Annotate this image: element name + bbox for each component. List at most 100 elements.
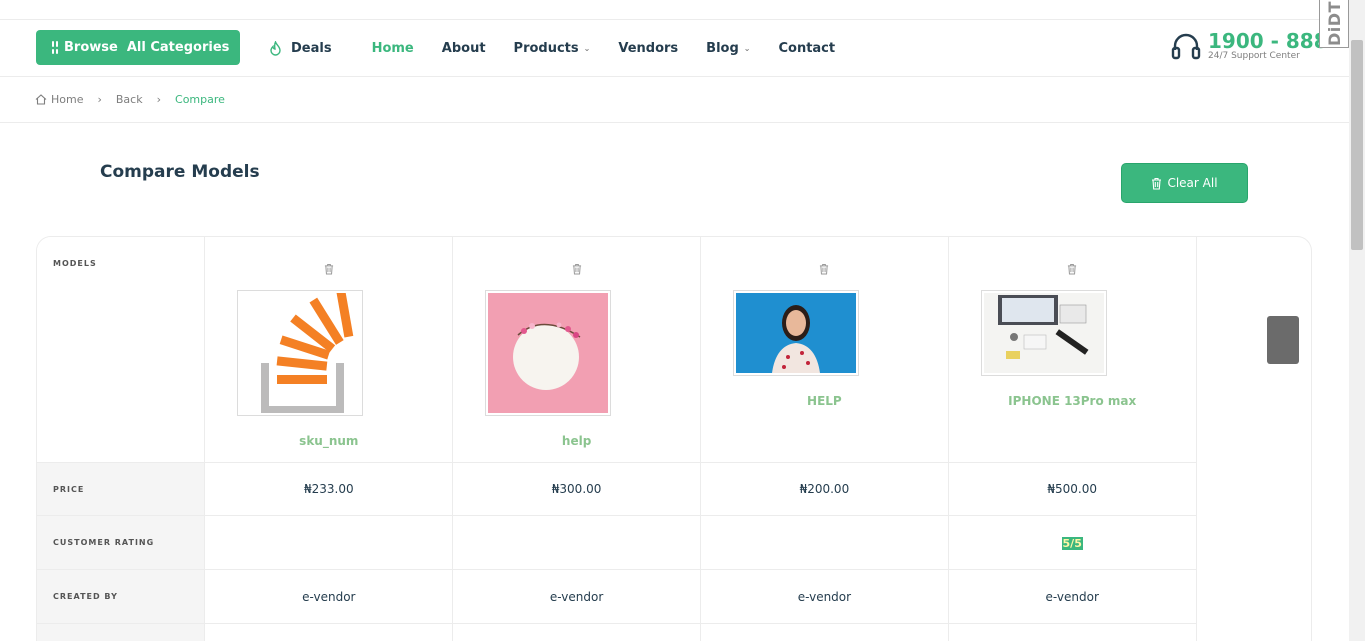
chevron-down-icon: ⌄: [239, 42, 248, 53]
nav-about[interactable]: About: [442, 41, 486, 56]
remove-product-button[interactable]: [205, 263, 452, 278]
rating-row: CUSTOMER RATING 5/5: [37, 515, 1311, 570]
created-by-row: CREATED BY e-vendor e-vendor e-vendor e-…: [37, 569, 1311, 624]
row-label-price: PRICE: [37, 462, 206, 516]
price-value: ₦500.00: [948, 462, 1197, 516]
nav-blog-label: Blog: [706, 41, 739, 56]
breadcrumb-home-label: Home: [51, 93, 84, 106]
rating-value: [452, 515, 701, 570]
remove-product-button[interactable]: [949, 263, 1196, 278]
flame-icon: [270, 40, 281, 56]
rating-badge: 5/5: [1061, 536, 1083, 550]
desk-workspace-icon: [983, 293, 1104, 373]
table-filler: [1196, 463, 1311, 516]
woman-photo-icon: [736, 293, 856, 373]
support-number[interactable]: 1900 - 888: [1208, 31, 1328, 51]
empty-cell: [204, 623, 454, 641]
side-logo[interactable]: DiDT: [1319, 0, 1349, 48]
breadcrumb-home[interactable]: Home: [35, 93, 83, 106]
row-label-created-by: CREATED BY: [37, 569, 206, 624]
trash-icon: [1152, 177, 1162, 190]
breadcrumb-separator: ›: [97, 93, 102, 106]
empty-cell: [948, 623, 1197, 641]
row-label-rating: CUSTOMER RATING: [37, 515, 206, 570]
home-icon: [35, 94, 47, 105]
product-image-woman-blue-background[interactable]: [733, 290, 859, 376]
clear-all-button[interactable]: Clear All: [1121, 163, 1248, 203]
product-image-stackoverflow-logo[interactable]: [237, 286, 364, 416]
product-cell: IPHONE 13Pro max: [948, 237, 1197, 463]
nav-blog[interactable]: Blog ⌄: [706, 41, 750, 56]
support-center: 1900 - 888 24/7 Support Center: [1170, 30, 1328, 62]
stackoverflow-logo-icon: [261, 286, 354, 414]
price-row: PRICE ₦233.00 ₦300.00 ₦200.00 ₦500.00: [37, 462, 1311, 516]
header: Browse All Categories ⌄ Deals Home About…: [0, 20, 1349, 77]
empty-cell: [700, 623, 949, 641]
breadcrumb-current: Compare: [175, 93, 225, 106]
remove-product-button[interactable]: [701, 263, 948, 278]
scroll-handle[interactable]: [1267, 316, 1299, 364]
top-strip: [0, 0, 1349, 20]
main-nav: Deals Home About Products ⌄ Vendors Blog ⌄…: [268, 20, 835, 77]
nav-vendors[interactable]: Vendors: [618, 41, 678, 56]
clear-all-label: Clear All: [1167, 176, 1218, 190]
grid-icon: [52, 41, 58, 54]
created-by-value: e-vendor: [948, 569, 1197, 624]
created-by-value: e-vendor: [700, 569, 949, 624]
product-name[interactable]: sku_num: [205, 434, 452, 448]
nav-contact[interactable]: Contact: [778, 41, 835, 56]
table-filler: [1196, 570, 1311, 624]
table-filler: [1196, 624, 1311, 641]
price-value: ₦233.00: [204, 462, 454, 516]
side-logo-text: DiDT: [1324, 1, 1344, 46]
product-cell: help: [452, 237, 701, 463]
row-label-models: MODELS: [37, 237, 206, 463]
trash-icon: [1068, 263, 1077, 275]
nav-products[interactable]: Products ⌄: [514, 41, 591, 56]
nav-deals-label: Deals: [291, 41, 332, 56]
pink-plate-blossom-icon: [488, 293, 609, 413]
product-image-desk-workspace[interactable]: [980, 290, 1107, 376]
product-image-pink-plate-blossom[interactable]: [485, 290, 612, 416]
nav-products-label: Products: [513, 41, 579, 56]
breadcrumb: Home › Back › Compare: [0, 77, 1349, 123]
table-filler: [1196, 516, 1311, 570]
rating-cell: 5/5: [948, 515, 1197, 570]
headphones-icon: [1171, 33, 1201, 60]
product-name[interactable]: IPHONE 13Pro max: [949, 394, 1196, 408]
trash-icon: [324, 263, 333, 275]
product-cell: HELP: [700, 237, 949, 463]
rating-value: [204, 515, 454, 570]
nav-vendors-label: Vendors: [618, 41, 679, 56]
created-by-value: e-vendor: [204, 569, 454, 624]
chevron-down-icon: ⌄: [743, 44, 751, 53]
scrollbar-thumb[interactable]: [1351, 40, 1363, 250]
row-label-empty: [37, 623, 206, 641]
product-name[interactable]: HELP: [701, 394, 948, 408]
nav-about-label: About: [441, 41, 486, 56]
next-row: [37, 623, 1311, 641]
nav-contact-label: Contact: [778, 41, 836, 56]
browse-label: Browse All Categories: [64, 40, 230, 55]
breadcrumb-back[interactable]: Back: [116, 93, 143, 106]
product-cell: sku_num: [204, 237, 454, 463]
browse-categories-button[interactable]: Browse All Categories ⌄: [36, 30, 248, 65]
remove-product-button[interactable]: [453, 263, 700, 278]
trash-icon: [572, 263, 581, 275]
empty-cell: [452, 623, 701, 641]
page-title: Compare Models: [100, 162, 260, 182]
nav-home-label: Home: [371, 41, 414, 56]
breadcrumb-separator: ›: [156, 93, 162, 106]
compare-table: MODELS sku_num help HELP IPHONE 13Pro ma…: [36, 236, 1312, 641]
trash-icon: [820, 263, 829, 275]
created-by-value: e-vendor: [452, 569, 701, 624]
product-name[interactable]: help: [453, 434, 700, 448]
price-value: ₦300.00: [452, 462, 701, 516]
nav-home[interactable]: Home: [372, 41, 414, 56]
chevron-down-icon: ⌄: [583, 44, 591, 53]
rating-value: [700, 515, 949, 570]
page-scrollbar[interactable]: [1349, 0, 1365, 641]
price-value: ₦200.00: [700, 462, 949, 516]
models-row: MODELS sku_num help HELP IPHONE 13Pro ma…: [37, 237, 1311, 463]
nav-deals[interactable]: Deals: [268, 40, 332, 57]
